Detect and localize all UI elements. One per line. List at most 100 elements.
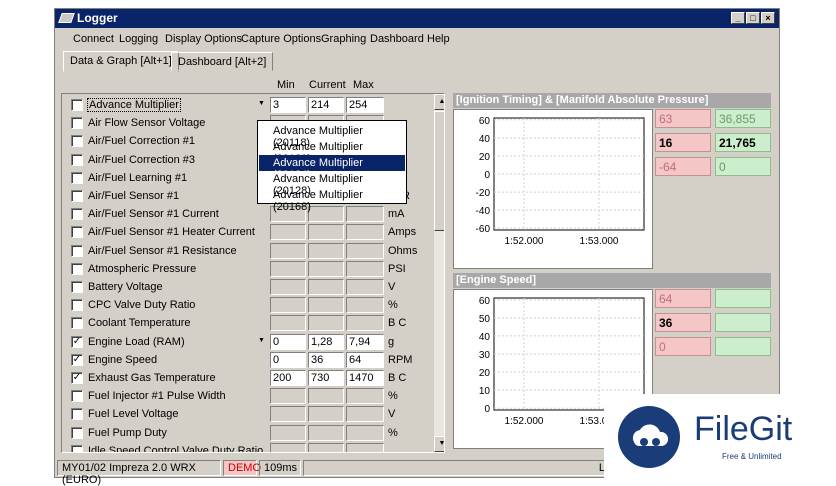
max-field (346, 279, 384, 295)
max-field: 64 (346, 351, 384, 368)
menu-connect[interactable]: Connect (73, 33, 114, 45)
scroll-down-button[interactable]: ▼ (434, 436, 444, 452)
max-value: -64 (655, 157, 711, 176)
parameter-row[interactable]: Battery Voltage V (62, 278, 434, 296)
parameter-row[interactable]: Air/Fuel Sensor #1 Current mA (62, 205, 434, 223)
tab-dashboard[interactable]: Dashboard [Alt+2] (171, 52, 274, 71)
parameter-checkbox[interactable] (71, 317, 83, 330)
parameter-checkbox[interactable] (71, 281, 83, 293)
min-field (270, 406, 306, 423)
parameter-checkbox[interactable] (71, 244, 83, 257)
parameter-row[interactable]: ✓ Engine Load (RAM) ▼ 0 1,28 7,94 g (62, 333, 434, 351)
min-field: 0 (270, 333, 306, 350)
cur-field (308, 242, 344, 259)
parameter-row[interactable]: Fuel Level Voltage V (62, 405, 434, 423)
scroll-up-button[interactable]: ▲ (434, 94, 444, 110)
parameter-checkbox[interactable] (71, 299, 83, 312)
parameter-checkbox[interactable] (71, 390, 83, 403)
graph-title: [Ignition Timing] & [Manifold Absolute P… (453, 93, 771, 108)
parameter-checkbox[interactable] (71, 426, 83, 439)
parameter-name: Air/Fuel Sensor #1 Heater Current (88, 226, 255, 239)
parameter-row[interactable]: Air/Fuel Sensor #1 Resistance Ohms (62, 242, 434, 260)
max-field (346, 388, 384, 405)
parameter-checkbox[interactable] (71, 226, 83, 239)
dropdown-option[interactable]: Advance Multiplier (20118) (259, 123, 405, 149)
parameter-checkbox[interactable] (71, 171, 83, 184)
parameter-name: Advance Multiplier (87, 98, 181, 112)
dropdown-arrow-icon[interactable]: ▼ (258, 100, 265, 107)
parameter-checkbox[interactable]: ✓ (71, 353, 83, 366)
parameter-checkbox[interactable] (71, 135, 83, 148)
max-field: 7,94 (346, 333, 384, 350)
y-tick-label: 30 (479, 350, 491, 361)
menu-logging[interactable]: Logging (119, 33, 158, 45)
poll-time: 109ms (259, 460, 301, 476)
menu-capture-options[interactable]: Capture Options (241, 33, 321, 45)
minimize-button[interactable]: _ (731, 12, 745, 24)
parameter-checkbox[interactable]: ✓ (71, 335, 83, 348)
graph-title: [Engine Speed] (453, 273, 771, 288)
parameter-checkbox[interactable] (71, 99, 83, 111)
filegit-watermark: FileGit Free & Unlimited (604, 394, 826, 480)
dropdown-option[interactable]: Advance Multiplier (20168) (259, 187, 405, 213)
parameter-checkbox[interactable] (71, 190, 83, 202)
parameter-name: Air/Fuel Correction #3 (88, 153, 195, 166)
parameter-row[interactable]: Advance Multiplier ▼ 3 214 254 (62, 96, 434, 114)
plot-area (493, 117, 645, 231)
parameter-row[interactable]: Fuel Pump Duty% (62, 424, 434, 442)
parameter-name: CPC Valve Duty Ratio (88, 299, 196, 312)
parameter-row[interactable]: Coolant Temperature B C (62, 314, 434, 332)
parameter-row[interactable]: ✓ Exhaust Gas Temperature 200 730 1470 B C (62, 369, 434, 387)
col-min: Min (277, 79, 295, 91)
unit-label: RPM (388, 353, 413, 366)
cur-field: 730 (308, 370, 344, 386)
y-tick-label: 60 (479, 116, 491, 127)
parameter-row[interactable]: Idle Speed Control Valve Duty Ratio (62, 442, 434, 452)
min-field (270, 442, 306, 452)
parameter-checkbox[interactable] (71, 208, 83, 221)
dropdown-option[interactable]: Advance Multiplier (20124) (259, 155, 405, 181)
cur-field (308, 260, 344, 277)
max-field (346, 315, 384, 332)
min-field: 0 (270, 351, 306, 368)
parameter-row[interactable]: ✓ Engine Speed 0 36 64 RPM (62, 351, 434, 369)
unit-label: % (388, 390, 398, 403)
max-field (346, 297, 384, 314)
maximize-button[interactable]: □ (746, 12, 760, 24)
min-field (270, 242, 306, 259)
parameter-row[interactable]: Air/Fuel Sensor #1 Heater Current Amps (62, 223, 434, 241)
parameter-checkbox[interactable] (71, 153, 83, 166)
menu-display-options[interactable]: Display Options (165, 33, 242, 45)
cur-field (308, 297, 344, 314)
min-field (270, 297, 306, 314)
menu-graphing[interactable]: Graphing (321, 33, 366, 45)
parameter-checkbox[interactable]: ✓ (71, 372, 83, 384)
col-current: Current (309, 79, 346, 91)
graph-plot[interactable]: 60 40 20 0 -20 -40 -60 1:52.000 1:53.000 (453, 109, 653, 269)
parameter-row[interactable]: Fuel Injector #1 Pulse Width% (62, 387, 434, 405)
parameter-row[interactable]: Atmospheric Pressure PSI (62, 260, 434, 278)
parameter-checkbox[interactable] (71, 262, 83, 275)
y-tick-label: 50 (479, 314, 491, 325)
parameter-row[interactable]: CPC Valve Duty Ratio% (62, 296, 434, 314)
advance-multiplier-dropdown: Advance Multiplier (20118) Advance Multip… (257, 120, 407, 213)
parameter-checkbox[interactable] (71, 444, 83, 452)
y-tick-label: 0 (484, 404, 490, 415)
tab-data-graph[interactable]: Data & Graph [Alt+1] (63, 51, 179, 72)
menu-dashboard[interactable]: Dashboard (370, 33, 424, 45)
y-tick-label: 40 (479, 134, 491, 145)
unit-label: % (388, 299, 398, 312)
title-bar[interactable]: Logger _ □ × (55, 9, 779, 28)
parameter-checkbox[interactable] (71, 408, 83, 421)
parameter-name: Fuel Injector #1 Pulse Width (88, 390, 226, 403)
scroll-thumb[interactable] (434, 111, 444, 231)
graph-panel-1: [Ignition Timing] & [Manifold Absolute P… (453, 93, 771, 273)
dropdown-arrow-icon[interactable]: ▼ (258, 337, 265, 344)
unit-label: B C (388, 372, 407, 384)
list-scrollbar[interactable]: ▲ ▼ (434, 94, 444, 452)
parameter-checkbox[interactable] (71, 117, 83, 130)
dropdown-option[interactable]: Advance Multiplier (20128) (259, 171, 405, 197)
menu-help[interactable]: Help (427, 33, 450, 45)
dropdown-option[interactable]: Advance Multiplier (20120) (259, 139, 405, 165)
close-button[interactable]: × (761, 12, 775, 24)
